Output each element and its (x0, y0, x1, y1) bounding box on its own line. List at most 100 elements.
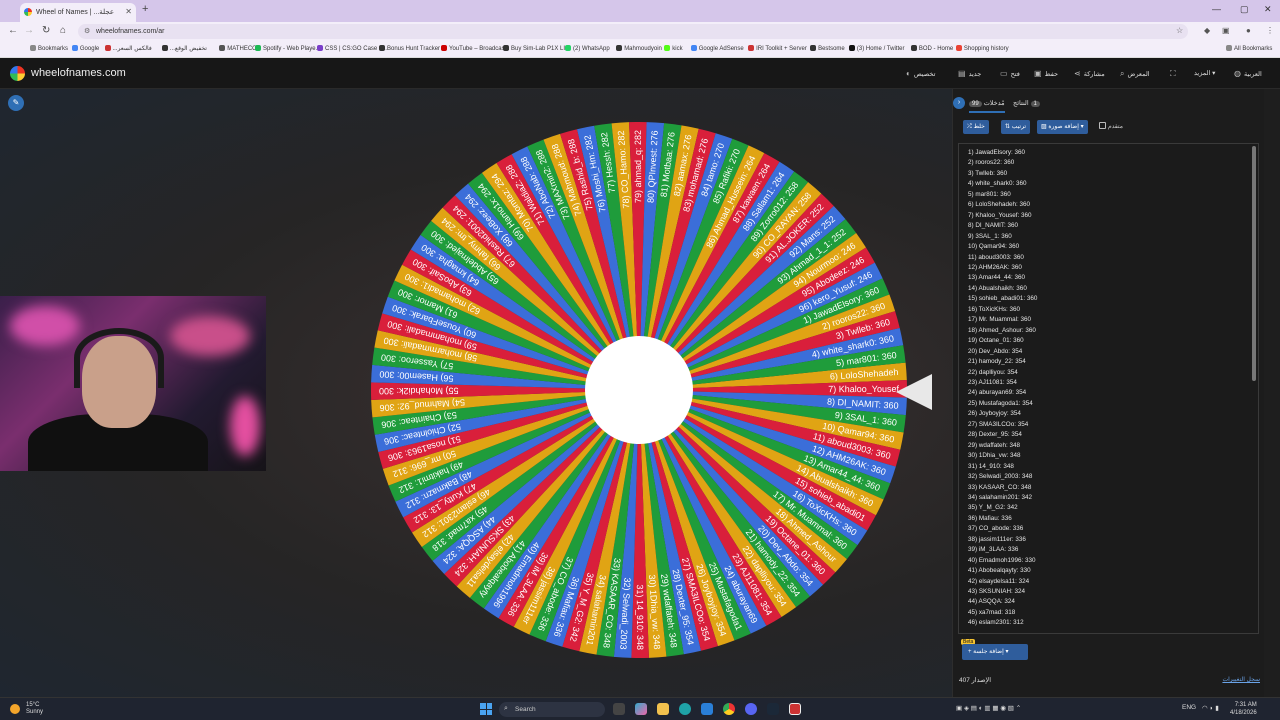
gallery-button[interactable]: ⌕ المعرض (1120, 69, 1150, 79)
bookmark-favicon-icon (565, 45, 571, 51)
browser-menu-icon[interactable]: ⋮ (1266, 26, 1274, 35)
bookmark-item[interactable]: Mahmoudyoin (616, 45, 662, 52)
bookmark-item[interactable]: BOD - Home (910, 45, 953, 52)
fullscreen-button[interactable]: ⛶ (1170, 69, 1179, 79)
webcam-overlay (0, 296, 266, 471)
changelog-link[interactable]: سجل التغييرات (1222, 676, 1260, 683)
shuffle-button[interactable]: ⤮ خلط (963, 120, 989, 134)
bookmark-item[interactable]: Bonus Hunt Tracker (379, 45, 440, 52)
taskbar-search[interactable]: ⌕ Search (499, 702, 605, 717)
bookmark-item[interactable]: IRI Toolkit + Server (748, 45, 807, 52)
tab-results[interactable]: النتائج 1 (1013, 99, 1042, 107)
app-header: wheelofnames.com ◐ تخصيص ▤ جديد ▭ فتح ▣ حفظ … (0, 58, 1280, 89)
bookmark-item[interactable]: Bestsome (810, 45, 845, 52)
bookmark-item[interactable]: MATHECO (219, 45, 257, 52)
bookmark-item[interactable]: All Bookmarks (1226, 45, 1272, 52)
minimize-icon[interactable]: — (1212, 4, 1221, 14)
share-button[interactable]: ⋖ مشاركة (1074, 69, 1105, 78)
reload-icon[interactable]: ↻ (42, 25, 50, 36)
weather-widget[interactable]: 15°C Sunny (10, 702, 43, 716)
bookmark-item[interactable]: kick (664, 45, 683, 52)
profile-avatar[interactable]: ● (1246, 26, 1251, 35)
entry-line: 36) Mafiau: 336 (968, 514, 1012, 522)
entry-line: 9) 3SAL_1: 360 (968, 232, 1012, 240)
recording-app-icon[interactable] (789, 703, 801, 715)
language-button[interactable]: ◍ العربية (1234, 69, 1262, 78)
entry-line: 16) ToXicKHs: 360 (968, 305, 1021, 313)
network-volume-icons[interactable]: ◠ ◗ ▮ (1202, 704, 1219, 712)
edge-icon[interactable] (679, 703, 691, 715)
bookmark-label: Shopping history (963, 46, 1009, 52)
site-info-icon[interactable]: ⚙ (84, 27, 90, 35)
bookmark-label: Bonus Hunt Tracker (387, 46, 441, 52)
language-indicator[interactable]: ENG (1182, 704, 1196, 711)
puzzle-icon[interactable]: ▣ (1222, 26, 1230, 35)
bookmark-item[interactable]: Buy Sim-Lab P1X LI... (503, 45, 570, 52)
bookmark-favicon-icon (441, 45, 447, 51)
entry-line: 44) ASQQA: 324 (968, 598, 1015, 606)
entry-line: 10) Qamar94: 360 (968, 243, 1020, 251)
entry-line: 4) white_shark0: 360 (968, 180, 1027, 188)
sort-button[interactable]: ⇅ ترتيب (1001, 120, 1031, 134)
wheel-svg[interactable]: 6) LoloShehadeh7) Khaloo_Yousef8) DI_NAM… (370, 121, 908, 659)
entry-line: 8) DI_NAMIT: 360 (968, 222, 1019, 230)
bookmark-label: ...فالكس السعر (112, 46, 152, 52)
copilot-icon[interactable] (635, 703, 647, 715)
entry-line: 13) Amar44_44: 360 (968, 274, 1026, 282)
new-tab-icon[interactable]: + (142, 3, 148, 15)
bookmark-item[interactable]: YouTube – Broadcas... (441, 45, 510, 52)
advanced-checkbox[interactable]: متقدم (1099, 122, 1123, 130)
chrome-icon[interactable] (723, 703, 735, 715)
add-image-button[interactable]: ▨ إضافة صورة ▾ (1037, 120, 1088, 134)
bookmark-item[interactable]: Google (71, 45, 99, 52)
entries-textarea[interactable]: 1) JawadElsory: 360 2) rooros22: 360 3) Tw… (958, 143, 1259, 634)
bookmark-item[interactable]: Shopping history (955, 45, 1009, 52)
bookmark-item[interactable]: (3) Home / Twitter (848, 45, 904, 52)
save-button[interactable]: ▣ حفظ (1034, 69, 1058, 78)
customize-button[interactable]: ◐ تخصيص (906, 69, 935, 78)
bookmark-item[interactable]: ...تخفيض الوقع (161, 45, 207, 52)
close-window-icon[interactable]: ✕ (1264, 4, 1272, 15)
back-icon[interactable]: ← (8, 25, 18, 36)
entry-line: 43) SKSUNIAH: 324 (968, 588, 1026, 596)
bookmark-label: ...تخفيض الوقع (169, 46, 207, 52)
entry-line: 5) mar801: 360 (968, 190, 1011, 198)
edit-pencil-icon[interactable]: ✎ (8, 95, 24, 111)
site-logo[interactable]: wheelofnames.com (31, 67, 126, 79)
bookmark-item[interactable]: CSS | CS:GO Case O... (317, 45, 389, 52)
browser-tab[interactable]: Wheel of Names | ...عجلة ✕ (20, 3, 136, 22)
wheel[interactable]: 6) LoloShehadeh 7) Khaloo_Yousef 8) DI_NAM… (370, 121, 908, 659)
tab-entries[interactable]: 99 مُدخلات (969, 99, 1005, 113)
task-view-icon[interactable] (613, 703, 625, 715)
clock[interactable]: 7:31 AM 4/18/2026 (1230, 701, 1257, 717)
open-button[interactable]: ▭ فتح (1000, 69, 1020, 78)
launch-session-button[interactable]: + إضافة جلسة ▾ (962, 644, 1028, 660)
file-explorer-icon[interactable] (657, 703, 669, 715)
store-icon[interactable] (701, 703, 713, 715)
bookmark-item[interactable]: Google AdSense (690, 45, 744, 52)
bookmark-label: Spotify - Web Playe... (263, 46, 321, 52)
forward-icon[interactable]: → (24, 25, 34, 36)
entries-sidebar: › 99 مُدخلات النتائج 1 ⤮ خلط ⇅ ترتيب ▨ إض… (952, 89, 1264, 697)
wheel-center[interactable] (585, 336, 693, 444)
bookmark-item[interactable]: Bookmarks (30, 45, 68, 52)
extensions-icon[interactable]: ◆ (1204, 26, 1210, 35)
checkbox-icon[interactable] (1099, 122, 1106, 129)
new-button[interactable]: ▤ جديد (958, 69, 981, 78)
home-icon[interactable]: ⌂ (60, 25, 66, 36)
windows-start-icon[interactable] (480, 703, 492, 715)
bookmark-item[interactable]: ...فالكس السعر (104, 45, 152, 52)
collapse-sidebar-icon[interactable]: › (953, 97, 965, 109)
bookmark-item[interactable]: Spotify - Web Playe... (255, 45, 321, 52)
url-field[interactable]: ⚙ wheelofnames.com/ar (78, 24, 1188, 39)
bookmark-item[interactable]: (2) WhatsApp (565, 45, 610, 52)
tray-icons[interactable]: ▣ ◈ ▤ ◐ ▥ ▦ ◉ ▧ ⌃ (956, 704, 1021, 712)
more-button[interactable]: المزيد ▾ (1194, 69, 1215, 77)
webcam-light (170, 316, 250, 356)
entries-scrollbar[interactable] (1252, 146, 1256, 381)
steam-icon[interactable] (767, 703, 779, 715)
bookmark-star-icon[interactable]: ☆ (1176, 26, 1183, 35)
maximize-icon[interactable]: ▢ (1240, 4, 1249, 15)
close-tab-icon[interactable]: ✕ (125, 7, 132, 16)
discord-icon[interactable] (745, 703, 757, 715)
